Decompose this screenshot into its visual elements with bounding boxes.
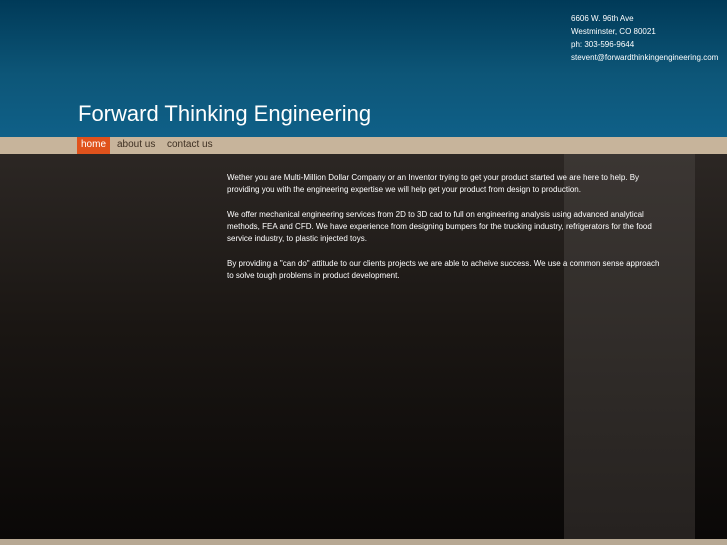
intro-paragraph: Wether you are Multi-Million Dollar Comp…	[227, 173, 640, 195]
services-paragraph: We offer mechanical engineering services…	[227, 209, 652, 244]
contact-info: 6606 W. 96th Ave Westminster, CO 80021 p…	[571, 12, 718, 64]
header: 6606 W. 96th Ave Westminster, CO 80021 p…	[0, 0, 727, 137]
address-line-1: 6606 W. 96th Ave	[571, 14, 634, 23]
address-line-2: Westminster, CO 80021	[571, 27, 656, 36]
email-address[interactable]: stevent@forwardthinkingengineering.com	[571, 51, 718, 64]
approach-paragraph: By providing a "can do" attitude to our …	[227, 259, 660, 281]
nav-item-home[interactable]: home	[77, 137, 111, 154]
main-content: Wether you are Multi-Million Dollar Comp…	[227, 172, 667, 295]
nav-item-about-us[interactable]: about us	[117, 137, 155, 154]
nav-item-contact-us[interactable]: contact us	[167, 137, 213, 154]
footer-strip	[0, 539, 727, 545]
nav-bar: home about us contact us	[0, 137, 727, 154]
site-title: Forward Thinking Engineering	[78, 101, 372, 126]
phone-number: ph: 303-596-9644	[571, 40, 635, 49]
